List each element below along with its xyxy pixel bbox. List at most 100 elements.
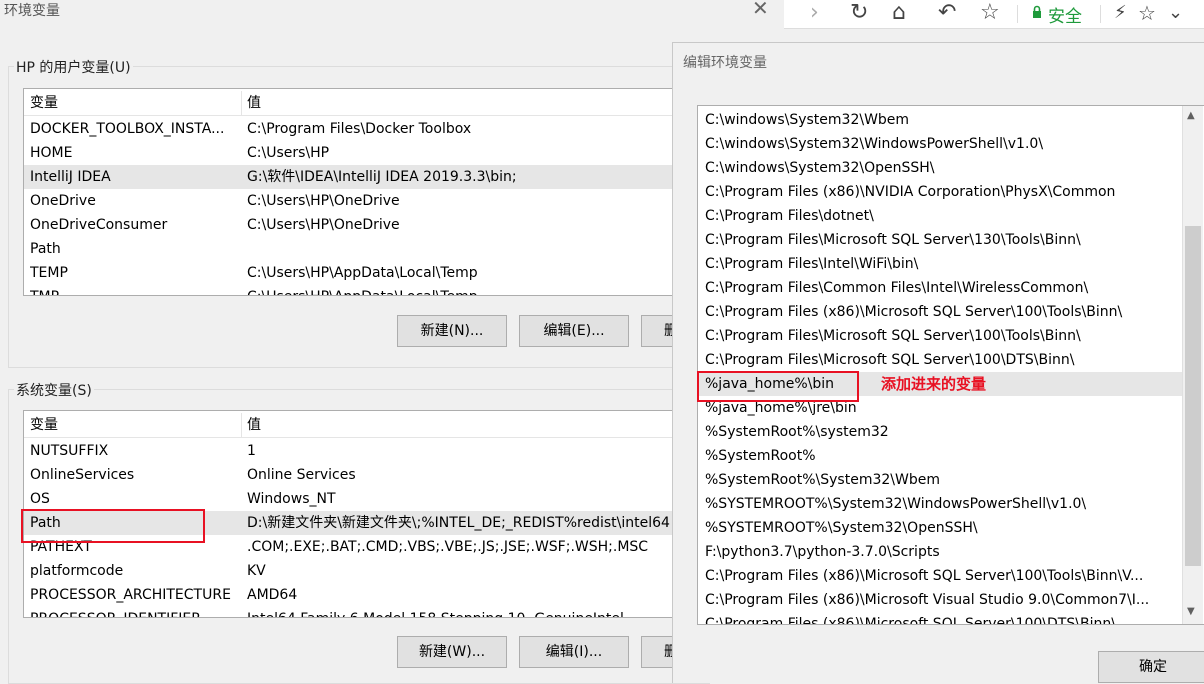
var-name: platformcode (30, 563, 124, 579)
annotation-text: 添加进来的变量 (881, 375, 987, 393)
var-value: 1 (247, 443, 256, 459)
highlight-box (697, 371, 859, 402)
reload-icon[interactable]: ↻ (850, 0, 868, 28)
list-item[interactable]: C:\Program Files (x86)\Microsoft SQL Ser… (698, 564, 1182, 588)
list-item[interactable]: %SystemRoot%\system32 (698, 420, 1182, 444)
env-vars-dialog: 环境变量 ✕ HP 的用户变量(U) 变量 值 DOCKER_TOOLBOX_I… (0, 0, 784, 684)
user-new-button[interactable]: 新建(N)... (397, 315, 507, 347)
dialog-title: 编辑环境变量 (683, 55, 767, 71)
var-name: Path (30, 241, 61, 257)
table-row[interactable]: PROCESSOR_IDENTIFIER Intel64 Family 6 Mo… (24, 607, 709, 617)
table-row[interactable]: HOME C:\Users\HP (24, 141, 709, 165)
var-value: .COM;.EXE;.BAT;.CMD;.VBS;.VBE;.JS;.JSE;.… (247, 539, 649, 555)
ok-button[interactable]: 确定 (1098, 651, 1204, 683)
highlight-box (21, 509, 205, 543)
system-edit-button[interactable]: 编辑(I)... (519, 636, 629, 668)
table-row[interactable]: DOCKER_TOOLBOX_INSTA... C:\Program Files… (24, 117, 709, 141)
table-row[interactable]: OneDriveConsumer C:\Users\HP\OneDrive (24, 213, 709, 237)
list-item[interactable]: C:\Program Files\Microsoft SQL Server\13… (698, 228, 1182, 252)
star-icon[interactable]: ☆ (980, 0, 1000, 28)
list-item[interactable]: %SystemRoot%\System32\Wbem (698, 468, 1182, 492)
list-item[interactable]: C:\windows\System32\WindowsPowerShell\v1… (698, 132, 1182, 156)
list-item[interactable]: C:\Program Files (x86)\Microsoft SQL Ser… (698, 300, 1182, 324)
list-item[interactable]: C:\Program Files\Common Files\Intel\Wire… (698, 276, 1182, 300)
var-value: D:\新建文件夹\新建文件夹\;%INTEL_DE;_REDIST%redist… (247, 515, 670, 531)
list-item[interactable]: C:\Program Files\Intel\WiFi\bin\ (698, 252, 1182, 276)
user-edit-button[interactable]: 编辑(E)... (519, 315, 629, 347)
col-value-header[interactable]: 值 (247, 91, 707, 115)
var-value: Windows_NT (247, 491, 336, 507)
list-item[interactable]: C:\Program Files (x86)\NVIDIA Corporatio… (698, 180, 1182, 204)
var-value: C:\Users\HP\AppData\Local\Temp (247, 285, 707, 295)
col-name-header[interactable]: 变量 (30, 91, 240, 115)
browser-toolbar: › ↻ ⌂ ↶ ☆ 安全 ⚡ ☆ ⌄ (784, 0, 1204, 29)
table-row-selected[interactable]: IntelliJ IDEA G:\软件\IDEA\IntelliJ IDEA 2… (24, 165, 709, 189)
var-value: Online Services (247, 467, 356, 483)
table-row[interactable]: NUTSUFFIX 1 (24, 439, 709, 463)
table-row[interactable]: Path (24, 237, 709, 261)
list-item[interactable]: %SYSTEMROOT%\System32\WindowsPowerShell\… (698, 492, 1182, 516)
var-value: G:\软件\IDEA\IntelliJ IDEA 2019.3.3\bin; (247, 169, 517, 185)
table-header: 变量 值 (24, 91, 709, 116)
var-name: OneDrive (30, 193, 96, 209)
list-item[interactable]: C:\Program Files\dotnet\ (698, 204, 1182, 228)
var-value: KV (247, 563, 266, 579)
var-value: AMD64 (247, 587, 298, 603)
list-item[interactable]: %SYSTEMROOT%\System32\OpenSSH\ (698, 516, 1182, 540)
var-name: OneDriveConsumer (30, 217, 168, 233)
path-entries-list[interactable]: C:\windows\System32\Wbem C:\windows\Syst… (697, 105, 1204, 625)
scrollbar-thumb[interactable] (1185, 226, 1201, 566)
system-vars-label: 系统变量(S) (14, 380, 94, 400)
table-row[interactable]: TEMP C:\Users\HP\AppData\Local\Temp (24, 261, 709, 285)
var-value: C:\Program Files\Docker Toolbox (247, 121, 472, 137)
close-icon[interactable]: ✕ (752, 0, 769, 20)
list-item[interactable]: F:\python3.7\python-3.7.0\Scripts (698, 540, 1182, 564)
user-vars-label: HP 的用户变量(U) (14, 57, 133, 77)
list-item[interactable]: C:\Program Files\Microsoft SQL Server\10… (698, 324, 1182, 348)
var-name: TMP (30, 285, 240, 295)
table-header: 变量 值 (24, 413, 709, 438)
table-row[interactable]: OneDrive C:\Users\HP\OneDrive (24, 189, 709, 213)
forward-icon[interactable]: › (810, 0, 819, 28)
user-vars-table[interactable]: 变量 值 DOCKER_TOOLBOX_INSTA... C:\Program … (23, 88, 710, 296)
table-row[interactable]: OS Windows_NT (24, 487, 709, 511)
list-item[interactable]: C:\Program Files (x86)\Microsoft Visual … (698, 588, 1182, 612)
lock-icon (1032, 5, 1042, 18)
secure-label: 安全 (1048, 7, 1082, 27)
var-name: IntelliJ IDEA (30, 169, 111, 185)
scroll-up-icon[interactable]: ▲ (1187, 110, 1195, 121)
table-row[interactable]: OnlineServices Online Services (24, 463, 709, 487)
var-name: PROCESSOR_ARCHITECTURE (30, 587, 231, 603)
var-name: DOCKER_TOOLBOX_INSTA... (30, 121, 225, 137)
list-item[interactable]: C:\windows\System32\OpenSSH\ (698, 156, 1182, 180)
scroll-down-icon[interactable]: ▼ (1187, 606, 1195, 617)
var-name: PROCESSOR_IDENTIFIER (30, 607, 240, 617)
var-name: OS (30, 491, 50, 507)
home-icon[interactable]: ⌂ (892, 0, 906, 28)
scrollbar[interactable]: ▲ ▼ (1182, 106, 1203, 624)
table-row[interactable]: PROCESSOR_ARCHITECTURE AMD64 (24, 583, 709, 607)
col-value-header[interactable]: 值 (247, 413, 707, 437)
system-new-button[interactable]: 新建(W)... (397, 636, 507, 668)
var-value: C:\Users\HP\OneDrive (247, 193, 400, 209)
var-value: C:\Users\HP\AppData\Local\Temp (247, 265, 478, 281)
edit-env-dialog: 编辑环境变量 C:\windows\System32\Wbem C:\windo… (672, 42, 1204, 683)
var-value: C:\Users\HP (247, 145, 330, 161)
bolt-icon[interactable]: ⚡ (1114, 0, 1127, 28)
table-row[interactable]: TMP C:\Users\HP\AppData\Local\Temp (24, 285, 709, 295)
var-value: C:\Users\HP\OneDrive (247, 217, 400, 233)
bookmark-icon[interactable]: ☆ (1138, 0, 1156, 28)
list-item[interactable]: C:\windows\System32\Wbem (698, 108, 1182, 132)
var-name: HOME (30, 145, 73, 161)
undo-icon[interactable]: ↶ (938, 0, 956, 28)
list-item[interactable]: C:\Program Files\Microsoft SQL Server\10… (698, 348, 1182, 372)
var-name: OnlineServices (30, 467, 135, 483)
table-row[interactable]: platformcode KV (24, 559, 709, 583)
col-name-header[interactable]: 变量 (30, 413, 240, 437)
list-item[interactable]: C:\Program Files (x86)\Microsoft SQL Ser… (698, 612, 1182, 624)
list-item[interactable]: %SystemRoot% (698, 444, 1182, 468)
chevron-down-icon[interactable]: ⌄ (1168, 0, 1183, 28)
var-name: TEMP (30, 265, 68, 281)
var-name: NUTSUFFIX (30, 443, 109, 459)
dialog-title: 环境变量 (4, 3, 60, 19)
